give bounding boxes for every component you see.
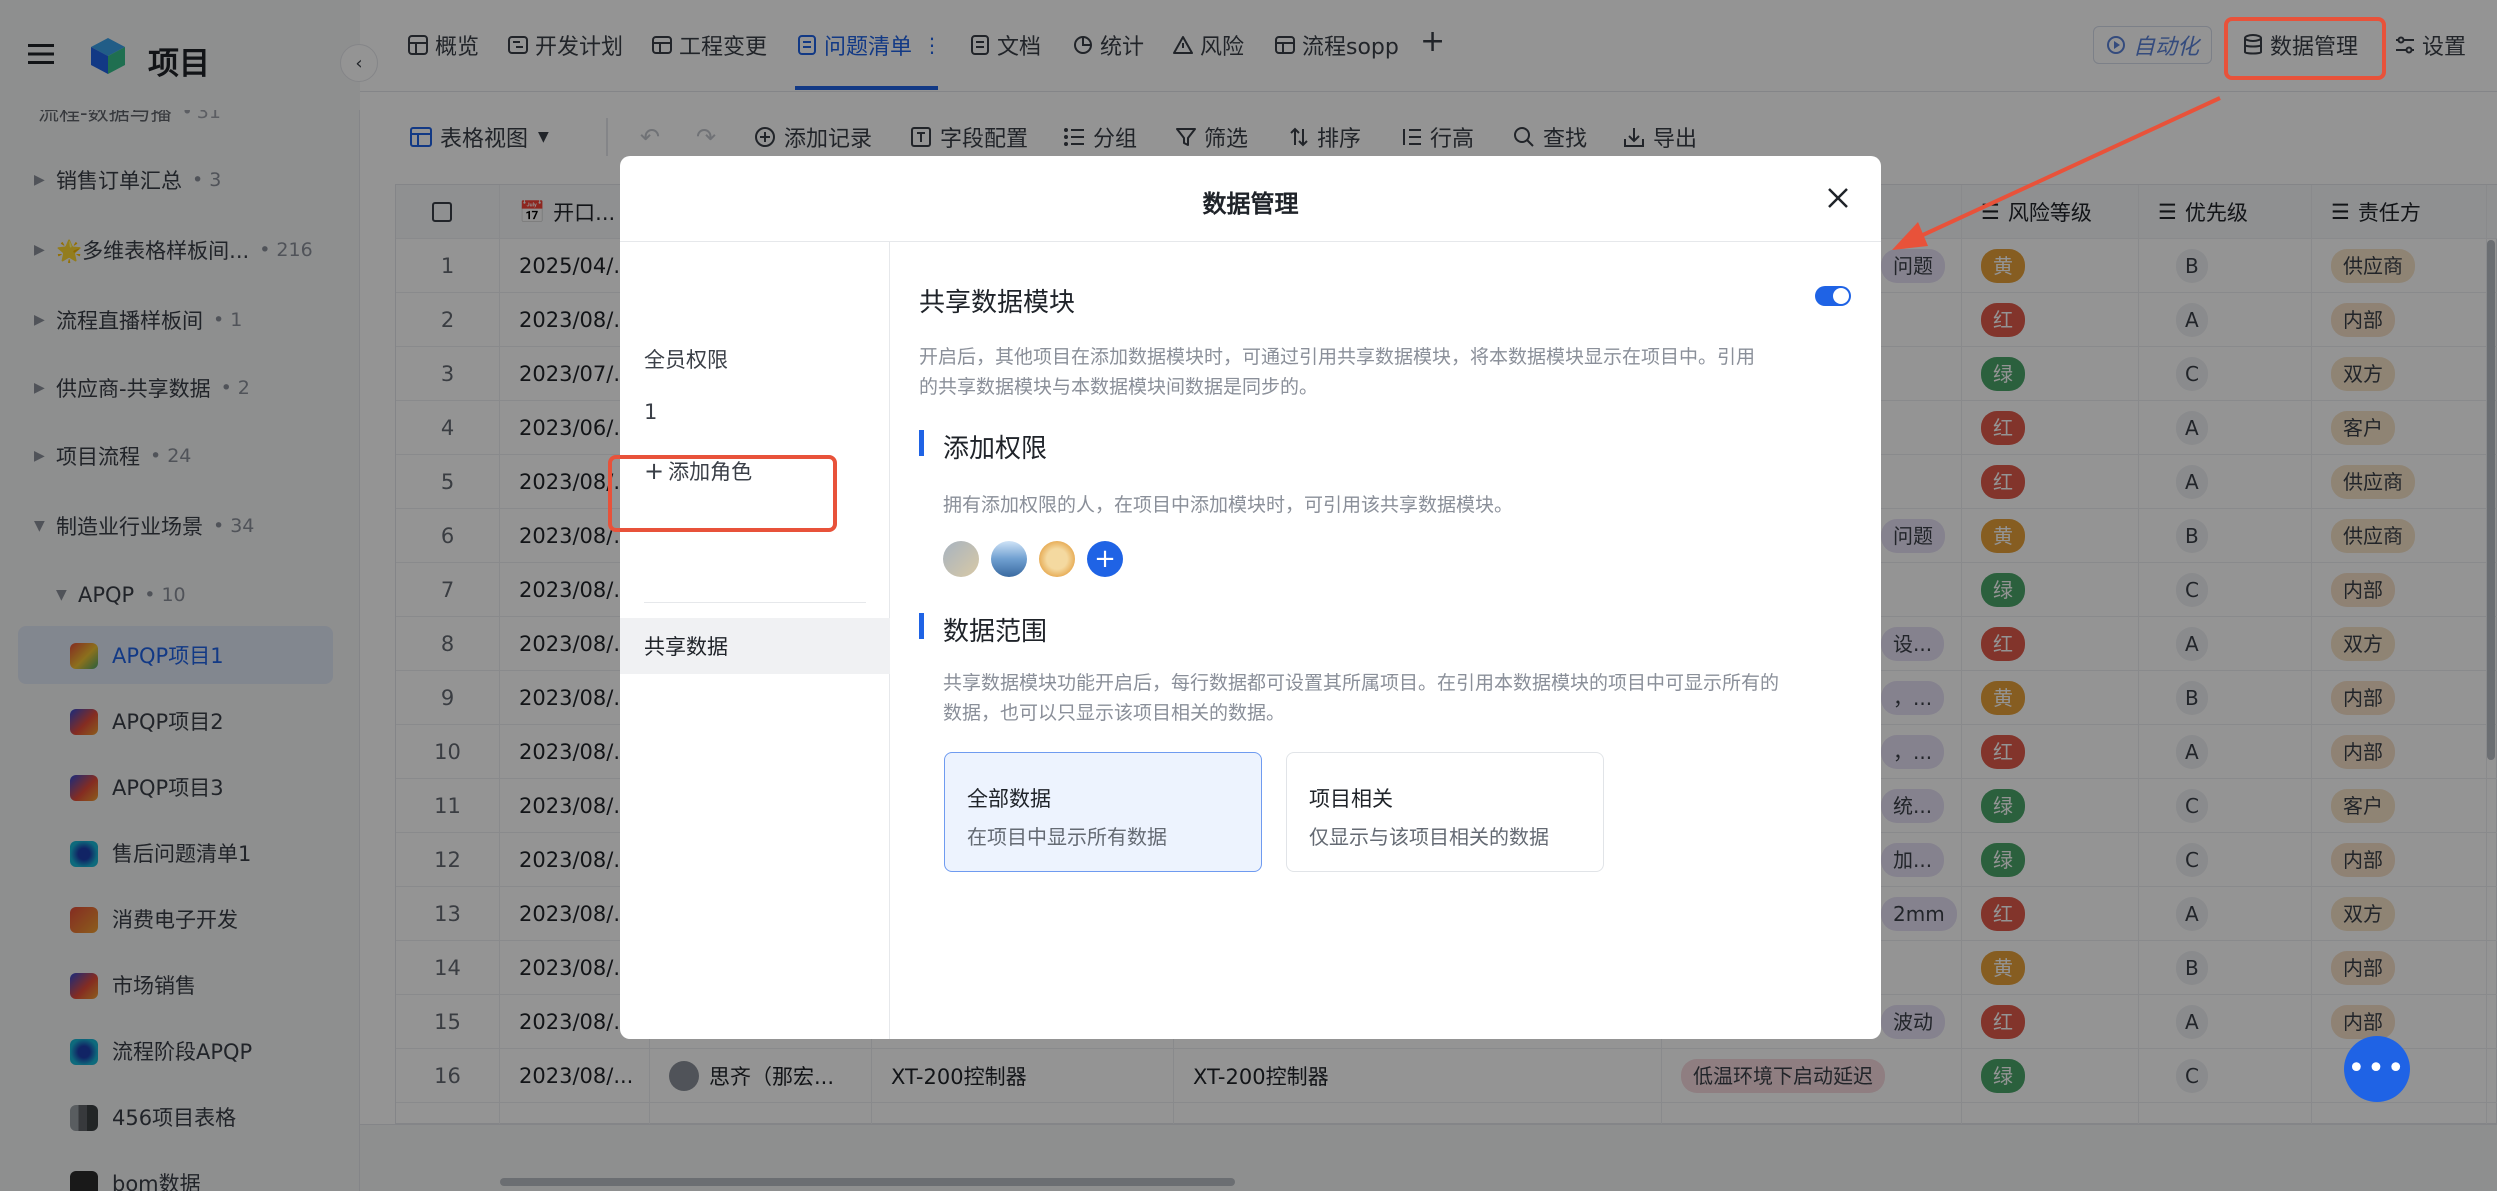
add-permission-title: 添加权限	[943, 434, 1048, 464]
nav-role-1[interactable]: 1	[644, 400, 657, 424]
annotation-arrow	[1892, 96, 2221, 250]
data-scope-description: 共享数据模块功能开启后，每行数据都可设置其所属项目。在引用本数据模块的项目中可显…	[943, 668, 1779, 728]
data-scope-title: 数据范围	[943, 617, 1048, 647]
member-avatar[interactable]	[943, 541, 979, 577]
description-line: 的共享数据模块与本数据模块间数据是同步的。	[919, 376, 1319, 398]
description-line: 数据，也可以只显示该项目相关的数据。	[943, 702, 1286, 724]
description-line: 共享数据模块功能开启后，每行数据都可设置其所属项目。在引用本数据模块的项目中可显…	[943, 672, 1780, 694]
member-avatar[interactable]	[1039, 541, 1075, 577]
nav-divider	[644, 602, 866, 603]
dialog-title: 数据管理	[1202, 190, 1299, 218]
chat-fab-button[interactable]: •••	[2344, 1036, 2410, 1102]
shared-module-toggle[interactable]	[1815, 286, 1851, 306]
option-description: 在项目中显示所有数据	[967, 825, 1167, 849]
description-line: 开启后，其他项目在添加数据模块时，可通过引用共享数据模块，将本数据模块显示在项目…	[919, 346, 1756, 368]
dialog-left-nav: 全员权限 1 + 添加角色 共享数据	[620, 242, 890, 1039]
nav-shared-data[interactable]: 共享数据	[620, 618, 890, 674]
option-description: 仅显示与该项目相关的数据	[1309, 825, 1549, 849]
annotation-highlight-shared-data	[608, 455, 837, 532]
section-description: 开启后，其他项目在添加数据模块时，可通过引用共享数据模块，将本数据模块显示在项目…	[919, 342, 1755, 402]
add-permission-description: 拥有添加权限的人，在项目中添加模块时，可引用该共享数据模块。	[943, 494, 1514, 516]
scope-option-all[interactable]: 全部数据 在项目中显示所有数据	[944, 752, 1262, 872]
scope-option-related[interactable]: 项目相关 仅显示与该项目相关的数据	[1286, 752, 1604, 872]
section-title: 共享数据模块	[919, 288, 1076, 318]
data-management-dialog: 数据管理 全员权限 1 + 添加角色 共享数据 共享数据模块 开启后，其他项目在添…	[620, 156, 1881, 1039]
dialog-header: 数据管理	[620, 156, 1881, 242]
close-icon	[1828, 188, 1848, 208]
section-marker	[919, 613, 924, 639]
option-title: 项目相关	[1309, 787, 1393, 811]
annotation-highlight-data-management	[2224, 17, 2386, 80]
plus-icon: +	[1094, 544, 1116, 574]
add-member-button[interactable]: +	[1087, 541, 1123, 577]
option-title: 全部数据	[967, 787, 1051, 811]
nav-all-permissions[interactable]: 全员权限	[644, 344, 728, 374]
section-marker	[919, 430, 924, 456]
member-avatar[interactable]	[991, 541, 1027, 577]
nav-shared-data-label: 共享数据	[644, 635, 728, 659]
more-horizontal-icon: •••	[2347, 1051, 2407, 1086]
close-button[interactable]	[1826, 186, 1850, 210]
